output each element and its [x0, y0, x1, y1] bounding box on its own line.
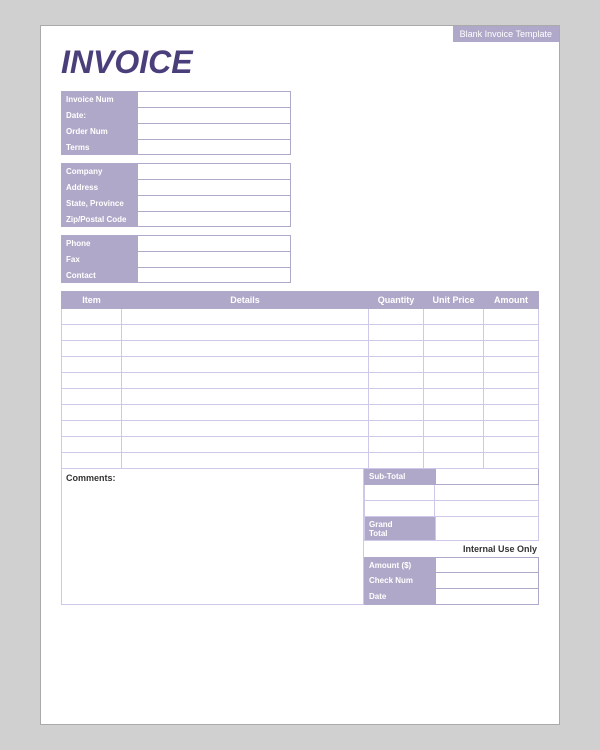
- info-row-date: Date:: [61, 107, 291, 123]
- sub-total-row: Sub-Total: [364, 469, 539, 485]
- col-header-quantity: Quantity: [369, 292, 424, 309]
- zip-label: Zip/Postal Code: [62, 212, 137, 226]
- table-row: [62, 437, 539, 453]
- template-label: Blank Invoice Template: [453, 26, 559, 42]
- fax-value[interactable]: [137, 252, 290, 267]
- amount-label: Amount ($): [365, 558, 435, 572]
- table-row: [62, 341, 539, 357]
- terms-label: Terms: [62, 140, 137, 154]
- items-table: Item Details Quantity Unit Price Amount: [61, 291, 539, 469]
- state-value[interactable]: [137, 196, 290, 211]
- amount-value[interactable]: [435, 558, 538, 572]
- company-info-section: Company Address State, Province Zip/Post…: [61, 163, 291, 227]
- info-row-terms: Terms: [61, 139, 291, 155]
- phone-label: Phone: [62, 236, 137, 251]
- info-row-address: Address: [61, 179, 291, 195]
- table-row: [62, 421, 539, 437]
- info-row-company: Company: [61, 163, 291, 179]
- company-label: Company: [62, 164, 137, 179]
- info-row-state: State, Province: [61, 195, 291, 211]
- col-header-unit-price: Unit Price: [424, 292, 484, 309]
- payment-date-label: Date: [365, 589, 435, 604]
- invoice-page: Blank Invoice Template INVOICE Invoice N…: [40, 25, 560, 725]
- company-value[interactable]: [137, 164, 290, 179]
- invoice-info-section: Invoice Num Date: Order Num Terms: [61, 91, 291, 155]
- table-row: [62, 325, 539, 341]
- table-row: [62, 389, 539, 405]
- bottom-section: Comments: Sub-Total Grand Total: [61, 469, 539, 605]
- invoice-num-label: Invoice Num: [62, 92, 137, 107]
- internal-use-label: Internal Use Only: [364, 541, 539, 557]
- info-row-zip: Zip/Postal Code: [61, 211, 291, 227]
- check-num-label: Check Num: [365, 573, 435, 588]
- address-value[interactable]: [137, 180, 290, 195]
- contact-info-section: Phone Fax Contact: [61, 235, 291, 283]
- order-num-label: Order Num: [62, 124, 137, 139]
- contact-value[interactable]: [137, 268, 290, 282]
- date-label: Date:: [62, 108, 137, 123]
- state-label: State, Province: [62, 196, 137, 211]
- totals-area: Sub-Total Grand Total Internal Use Only: [364, 469, 539, 605]
- col-header-item: Item: [62, 292, 122, 309]
- payment-row-date: Date: [364, 589, 539, 605]
- zip-value[interactable]: [137, 212, 290, 226]
- info-row-phone: Phone: [61, 235, 291, 251]
- table-row: [62, 405, 539, 421]
- contact-label: Contact: [62, 268, 137, 282]
- order-num-value[interactable]: [137, 124, 290, 139]
- check-num-value[interactable]: [435, 573, 538, 588]
- payment-row-check: Check Num: [364, 573, 539, 589]
- sub-total-value[interactable]: [435, 469, 538, 484]
- invoice-title: INVOICE: [61, 44, 539, 81]
- terms-value[interactable]: [137, 140, 290, 154]
- comments-label: Comments:: [66, 473, 116, 483]
- grand-total-value[interactable]: [435, 517, 538, 540]
- sub-total-label: Sub-Total: [365, 469, 435, 484]
- payment-date-value[interactable]: [435, 589, 538, 604]
- payment-row-amount: Amount ($): [364, 557, 539, 573]
- grand-total-row: Grand Total: [364, 517, 539, 541]
- invoice-num-value[interactable]: [137, 92, 290, 107]
- table-row: [62, 357, 539, 373]
- extra-row-1: [364, 485, 539, 501]
- date-value[interactable]: [137, 108, 290, 123]
- fax-label: Fax: [62, 252, 137, 267]
- comments-area: Comments:: [61, 469, 364, 605]
- table-row: [62, 309, 539, 325]
- extra-row-2: [364, 501, 539, 517]
- info-row-contact: Contact: [61, 267, 291, 283]
- info-row-invoice-num: Invoice Num: [61, 91, 291, 107]
- col-header-amount: Amount: [484, 292, 539, 309]
- col-header-details: Details: [122, 292, 369, 309]
- table-row: [62, 373, 539, 389]
- grand-total-label: Grand Total: [365, 517, 435, 540]
- info-row-fax: Fax: [61, 251, 291, 267]
- address-label: Address: [62, 180, 137, 195]
- info-row-order-num: Order Num: [61, 123, 291, 139]
- phone-value[interactable]: [137, 236, 290, 251]
- table-row: [62, 453, 539, 469]
